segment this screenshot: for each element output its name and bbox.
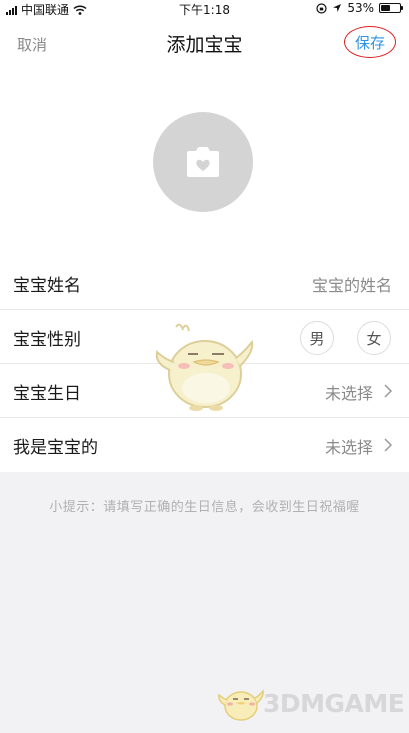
mascot-watermark-icon <box>155 323 254 411</box>
nav-bar: 取消 添加宝宝 保存 <box>0 18 409 68</box>
battery-fill <box>381 5 390 11</box>
chevron-right-icon <box>384 438 393 452</box>
name-input[interactable]: 宝宝的姓名 <box>312 272 392 296</box>
watermark: 3DMGAME <box>215 683 405 723</box>
name-label: 宝宝姓名 <box>13 276 81 296</box>
relation-label: 我是宝宝的 <box>13 438 98 458</box>
avatar-section <box>0 68 409 256</box>
status-bar: 中国联通 下午1:18 53% <box>0 0 409 18</box>
gender-male-button[interactable]: 男 <box>300 321 334 355</box>
status-right: 53% <box>316 1 403 15</box>
save-button[interactable]: 保存 <box>344 26 396 58</box>
location-icon <box>333 4 342 12</box>
watermark-text: 3DMGAME <box>263 688 405 718</box>
watermark-bird-icon <box>218 689 264 721</box>
battery-percent: 53% <box>347 1 374 15</box>
chevron-right-icon <box>384 384 393 398</box>
camera-icon <box>187 147 219 177</box>
gender-female-button[interactable]: 女 <box>357 321 391 355</box>
orientation-lock-icon <box>316 2 327 14</box>
avatar-upload-button[interactable] <box>153 112 253 212</box>
birthday-label: 宝宝生日 <box>13 384 81 404</box>
birthday-value: 未选择 <box>324 384 373 403</box>
relation-row[interactable]: 我是宝宝的 未选择 <box>0 418 409 472</box>
name-row[interactable]: 宝宝姓名 宝宝的姓名 <box>0 256 409 310</box>
save-label: 保存 <box>354 33 385 52</box>
battery-icon <box>379 3 403 13</box>
gender-label: 宝宝性别 <box>13 330 81 350</box>
relation-value: 未选择 <box>324 438 373 457</box>
tip-text: 小提示：请填写正确的生日信息，会收到生日祝福喔 <box>49 500 360 515</box>
